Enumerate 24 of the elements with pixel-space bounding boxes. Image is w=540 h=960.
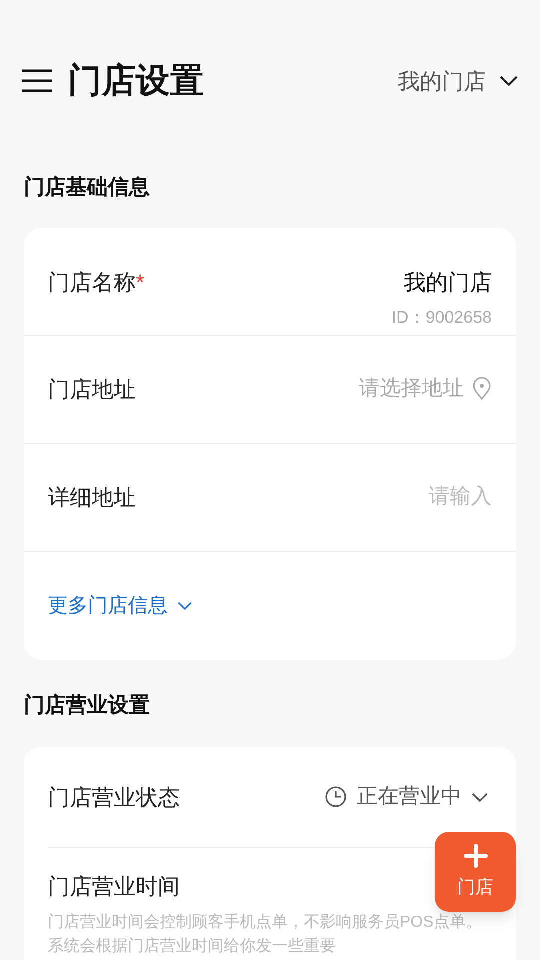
field-label: 门店营业时间 xyxy=(48,873,180,901)
store-selector[interactable]: 我的门店 xyxy=(398,64,518,98)
status-dropdown[interactable]: 正在营业中 xyxy=(325,781,488,813)
clock-icon xyxy=(325,786,347,808)
location-pin-icon xyxy=(472,377,492,401)
input-field[interactable]: 请输入 xyxy=(292,481,492,513)
hours-description: 门店营业时间会控制顾客手机点单，不影响服务员POS点单。系统会根据门店营业时间给你发一些重要 xyxy=(48,912,483,957)
store-name-value: 我的门店 xyxy=(404,268,492,296)
plus-icon xyxy=(464,844,488,868)
chevron-down-icon xyxy=(472,792,488,802)
section-title: 门店基础信息 xyxy=(23,174,151,201)
chevron-down-icon xyxy=(500,76,518,86)
menu-icon[interactable] xyxy=(22,69,52,93)
chevron-down-icon xyxy=(178,602,192,610)
field-label: 门店名称 xyxy=(48,268,136,296)
field-label: 详细地址 xyxy=(48,484,136,512)
add-store-button[interactable]: 门店 xyxy=(435,832,516,912)
field-label: 门店地址 xyxy=(48,376,136,404)
required-asterisk: * xyxy=(136,268,145,296)
store-id: ID：9002658 xyxy=(392,306,492,328)
section-title: 门店营业设置 xyxy=(23,692,151,718)
more-info-link[interactable]: 更多门店信息 xyxy=(48,590,192,620)
page-title: 门店设置 xyxy=(68,60,204,102)
field-label: 门店营业状态 xyxy=(48,784,180,812)
